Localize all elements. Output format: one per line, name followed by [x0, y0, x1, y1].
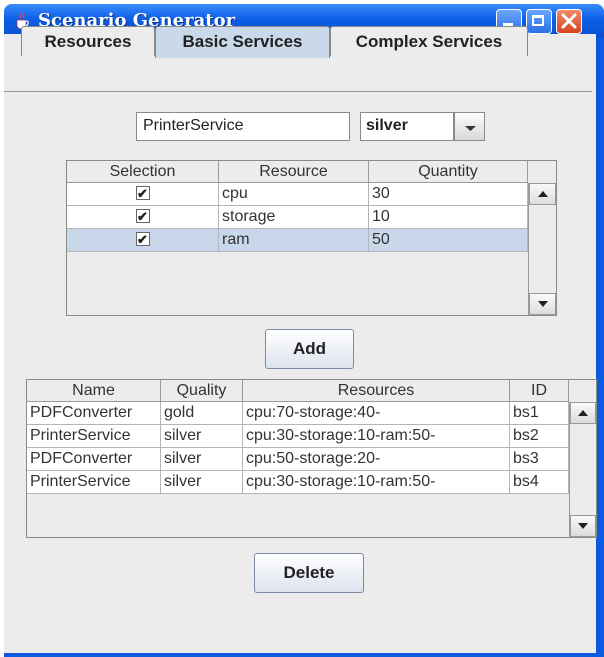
quality-cell[interactable]: gold	[161, 402, 243, 425]
column-header-resource[interactable]: Resource	[219, 161, 369, 183]
tab-complex-services-label: Complex Services	[355, 32, 503, 51]
resources-cell[interactable]: cpu:50-storage:20-	[243, 448, 510, 471]
column-header-resource-label: Resource	[259, 163, 328, 180]
resources-cell[interactable]: cpu:30-storage:10-ram:50-	[243, 425, 510, 448]
add-button[interactable]: Add	[265, 329, 354, 369]
id-cell[interactable]: bs1	[510, 402, 569, 425]
quality-select[interactable]: silver	[360, 112, 454, 141]
quantity-cell[interactable]: 50	[369, 229, 528, 252]
close-icon	[561, 13, 577, 29]
arrow-up-icon	[537, 191, 548, 197]
column-header-quantity[interactable]: Quantity	[369, 161, 528, 183]
column-header-id[interactable]: ID	[510, 380, 569, 402]
column-header-name[interactable]: Name	[27, 380, 161, 402]
resource-cell[interactable]: cpu	[219, 183, 369, 206]
scroll-up-button[interactable]	[529, 183, 556, 205]
name-cell[interactable]: PrinterService	[27, 471, 161, 494]
resources-cell[interactable]: cpu:70-storage:40-	[243, 402, 510, 425]
chevron-down-icon	[465, 126, 476, 131]
tab-resources-label: Resources	[44, 32, 132, 51]
quality-cell[interactable]: silver	[161, 425, 243, 448]
quality-cell[interactable]: silver	[161, 471, 243, 494]
quantity-cell[interactable]: 10	[369, 206, 528, 229]
maximize-icon	[532, 15, 544, 26]
check-mark-icon: ✔	[137, 209, 148, 224]
delete-button-label: Delete	[283, 563, 335, 582]
close-button[interactable]	[556, 9, 582, 34]
column-header-quality-label: Quality	[176, 382, 227, 399]
quality-dropdown-button[interactable]	[454, 112, 485, 141]
tab-basic-services[interactable]: Basic Services	[155, 26, 330, 58]
column-header-resources[interactable]: Resources	[243, 380, 510, 402]
selection-checkbox[interactable]: ✔	[135, 186, 150, 201]
resource-table-scrollbar[interactable]	[528, 183, 556, 315]
selection-checkbox[interactable]: ✔	[135, 232, 150, 247]
arrow-up-icon	[578, 410, 588, 416]
services-table-scrollbar[interactable]	[569, 402, 596, 537]
arrow-down-icon	[537, 301, 548, 307]
column-header-selection[interactable]: Selection	[67, 161, 219, 183]
resource-cell[interactable]: storage	[219, 206, 369, 229]
column-header-quality[interactable]: Quality	[161, 380, 243, 402]
quantity-cell[interactable]: 30	[369, 183, 528, 206]
id-cell[interactable]: bs3	[510, 448, 569, 471]
resource-cell[interactable]: ram	[219, 229, 369, 252]
name-cell[interactable]: PDFConverter	[27, 448, 161, 471]
selection-checkbox[interactable]: ✔	[135, 209, 150, 224]
name-cell[interactable]: PDFConverter	[27, 402, 161, 425]
add-button-label: Add	[292, 339, 327, 358]
services-table: Name Quality Resources ID PDFConverter g…	[26, 379, 597, 538]
column-header-resources-label: Resources	[337, 382, 415, 399]
resources-cell[interactable]: cpu:30-storage:10-ram:50-	[243, 471, 510, 494]
scroll-down-button[interactable]	[529, 293, 556, 315]
quality-cell[interactable]: silver	[161, 448, 243, 471]
delete-button[interactable]: Delete	[254, 553, 364, 593]
tab-complex-services[interactable]: Complex Services	[330, 26, 528, 56]
resource-table: Selection Resource Quantity ✔ cpu 30 ✔ s…	[66, 160, 557, 316]
service-name-field[interactable]: PrinterService	[136, 112, 350, 141]
tab-divider	[4, 91, 592, 92]
column-header-quantity-label: Quantity	[418, 163, 478, 180]
id-cell[interactable]: bs2	[510, 425, 569, 448]
scroll-up-button[interactable]	[570, 402, 596, 424]
tab-basic-services-label: Basic Services	[182, 32, 303, 51]
name-cell[interactable]: PrinterService	[27, 425, 161, 448]
selection-cell[interactable]: ✔	[67, 229, 219, 252]
column-header-selection-label: Selection	[109, 163, 176, 180]
selection-cell[interactable]: ✔	[67, 206, 219, 229]
tab-resources[interactable]: Resources	[21, 26, 155, 56]
id-cell[interactable]: bs4	[510, 471, 569, 494]
column-header-name-label: Name	[72, 382, 115, 399]
check-mark-icon: ✔	[137, 186, 148, 201]
scroll-down-button[interactable]	[570, 515, 596, 537]
check-mark-icon: ✔	[137, 232, 148, 247]
column-header-id-label: ID	[531, 382, 547, 399]
quality-select-value: silver	[366, 117, 408, 134]
arrow-down-icon	[578, 523, 588, 529]
service-name-value: PrinterService	[143, 117, 244, 134]
selection-cell[interactable]: ✔	[67, 183, 219, 206]
maximize-button[interactable]	[526, 9, 552, 34]
